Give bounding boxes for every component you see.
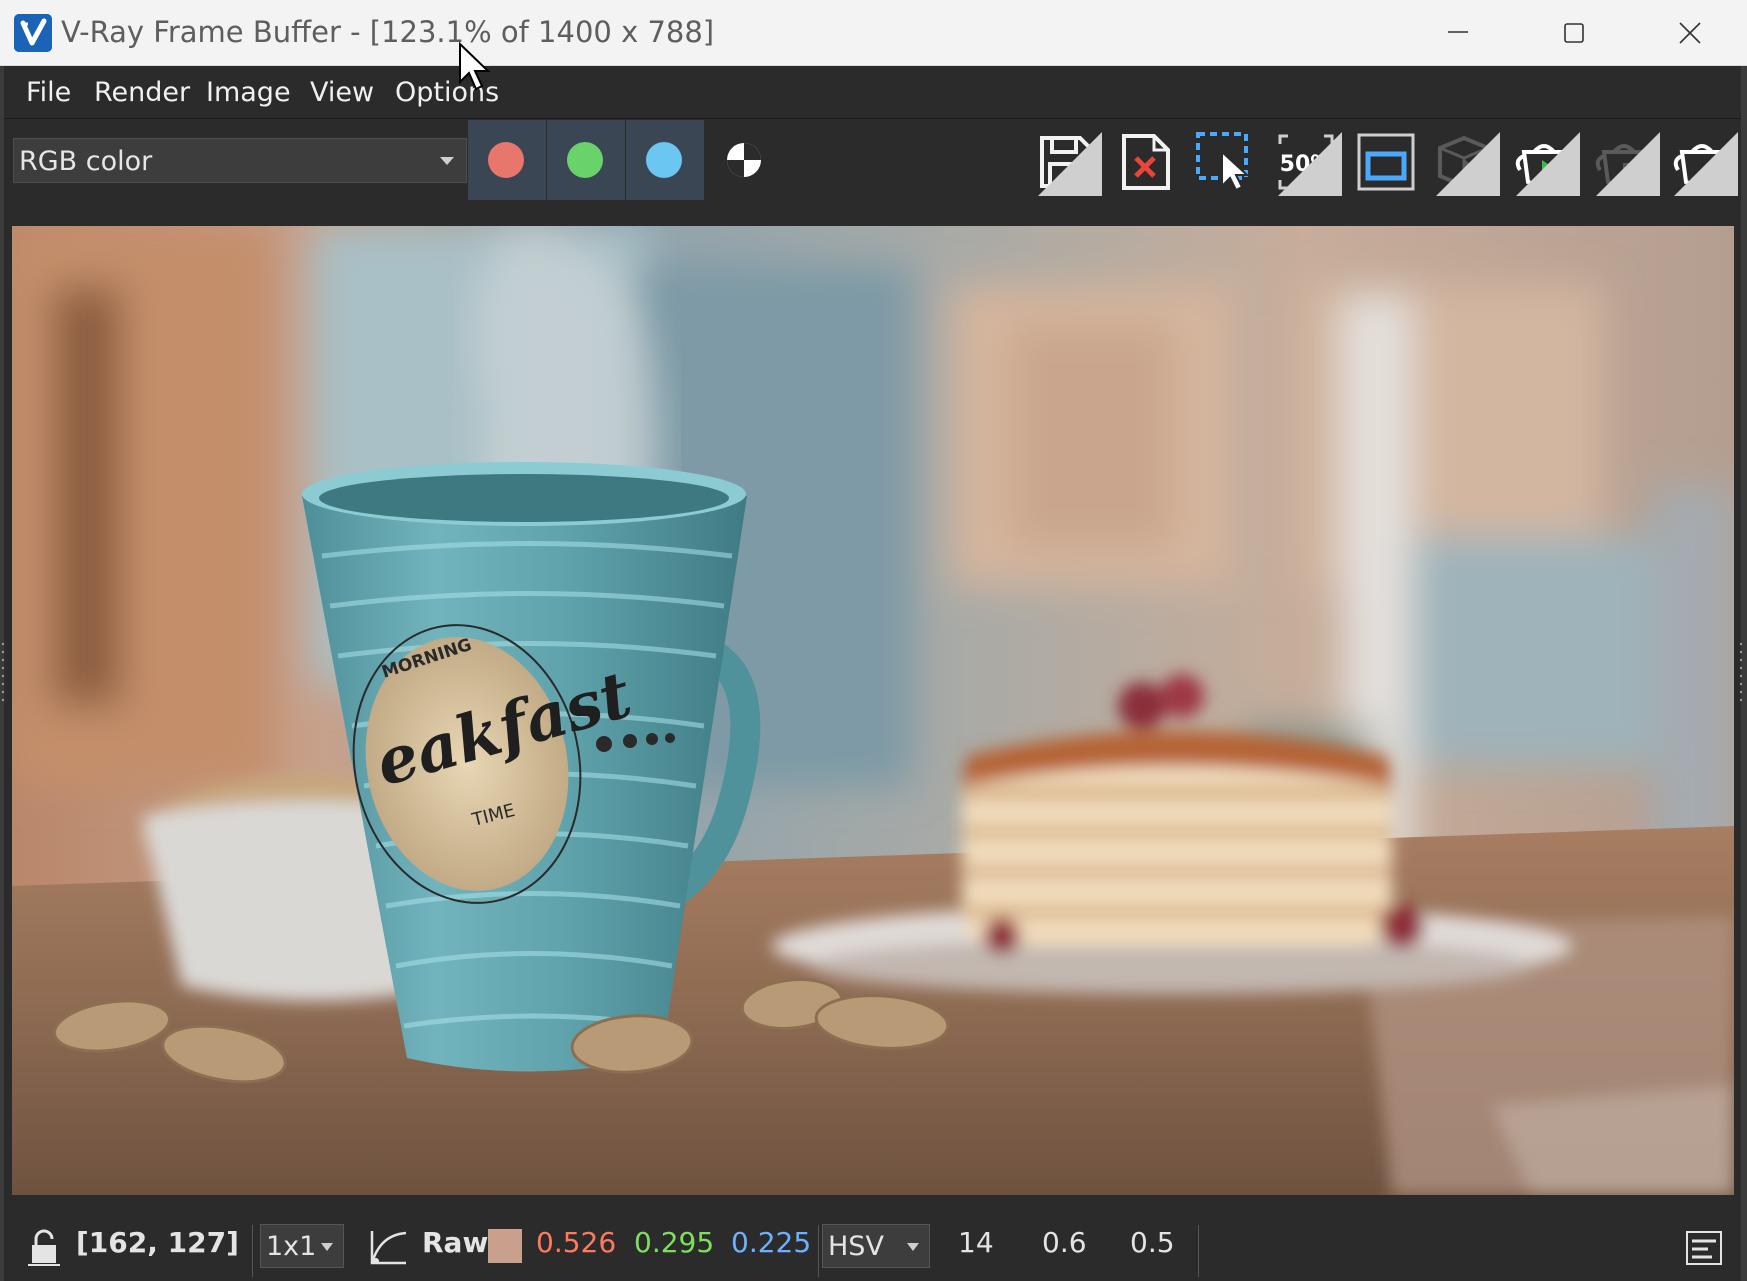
value-value: 0.5 <box>1130 1226 1175 1259</box>
close-icon <box>1679 22 1701 44</box>
render-last-button[interactable] <box>1670 130 1738 196</box>
right-panel-grip-icon[interactable] <box>1738 640 1744 704</box>
menu-render[interactable]: Render <box>94 77 190 108</box>
dropdown-corner-icon <box>1038 132 1102 196</box>
dropdown-corner-icon <box>1596 132 1660 196</box>
red-dot-icon <box>488 142 524 178</box>
minimize-icon <box>1448 31 1468 33</box>
color-swatch <box>488 1229 522 1263</box>
vray-logo-icon <box>14 14 52 52</box>
mouse-cursor-icon <box>459 42 491 91</box>
dropdown-corner-icon <box>1516 132 1580 196</box>
green-value: 0.295 <box>634 1226 715 1259</box>
interactive-render-button[interactable] <box>1432 130 1500 196</box>
red-value: 0.526 <box>536 1226 617 1259</box>
chevron-down-icon <box>440 157 454 165</box>
menu-file[interactable]: File <box>26 77 71 108</box>
dropdown-corner-icon <box>1436 132 1500 196</box>
window-title: V-Ray Frame Buffer - [123.1% of 1400 x 7… <box>61 15 715 49</box>
channel-select[interactable]: RGB color <box>13 138 467 183</box>
sample-size-value: 1x1 <box>266 1231 317 1262</box>
status-separator <box>1198 1225 1199 1277</box>
blue-value: 0.225 <box>731 1226 812 1259</box>
status-separator <box>252 1225 253 1277</box>
render-viewport[interactable]: MORNING eakfast TIME <box>12 226 1734 1195</box>
render-safe-frame-button[interactable] <box>1354 130 1418 194</box>
alpha-channel-button[interactable] <box>705 120 783 200</box>
clear-image-button[interactable] <box>1114 130 1178 194</box>
start-render-button[interactable] <box>1512 130 1580 196</box>
title-bar: V-Ray Frame Buffer - [123.1% of 1400 x 7… <box>0 0 1747 66</box>
green-channel-button[interactable] <box>547 120 625 200</box>
color-curve-icon[interactable] <box>368 1229 408 1267</box>
color-space-select[interactable]: HSV <box>822 1224 930 1268</box>
dropdown-corner-icon <box>1278 132 1342 196</box>
maximize-button[interactable] <box>1516 0 1632 66</box>
maximize-icon <box>1564 23 1584 43</box>
menu-bar: File Render Image View Options <box>4 66 1741 119</box>
blue-dot-icon <box>646 142 682 178</box>
dropdown-corner-icon <box>1674 132 1738 196</box>
stop-render-button[interactable] <box>1592 130 1660 196</box>
lock-coordinates-icon[interactable] <box>26 1229 62 1267</box>
zoom-50-button[interactable]: 50% <box>1274 130 1342 196</box>
status-separator <box>818 1225 819 1277</box>
pixel-coordinates: [162, 127] <box>76 1226 239 1259</box>
save-image-button[interactable] <box>1034 130 1102 196</box>
render-image: MORNING eakfast TIME <box>12 226 1734 1195</box>
safe-frame-icon <box>1357 133 1415 191</box>
clear-image-icon <box>1122 134 1170 190</box>
minimize-button[interactable] <box>1400 0 1516 66</box>
chevron-down-icon <box>321 1243 333 1251</box>
left-panel-grip-icon[interactable] <box>0 640 6 704</box>
toolbar: RGB color 50% <box>4 120 1741 202</box>
sample-size-select[interactable]: 1x1 <box>260 1224 344 1268</box>
region-select-icon <box>1196 132 1250 192</box>
hue-value: 14 <box>958 1226 994 1259</box>
menu-image[interactable]: Image <box>206 77 291 108</box>
status-bar: [162, 127] 1x1 Raw 0.526 0.295 0.225 HSV… <box>4 1205 1741 1281</box>
color-space-value: HSV <box>828 1231 884 1262</box>
blue-channel-button[interactable] <box>626 120 704 200</box>
red-channel-button[interactable] <box>468 120 546 200</box>
channel-select-value: RGB color <box>19 146 153 177</box>
saturation-value: 0.6 <box>1042 1226 1087 1259</box>
color-mode-label[interactable]: Raw <box>422 1226 488 1259</box>
region-render-button[interactable] <box>1194 130 1258 194</box>
chevron-down-icon <box>907 1243 919 1251</box>
close-button[interactable] <box>1632 0 1747 66</box>
alpha-channel-icon <box>727 143 761 177</box>
history-panel-icon[interactable] <box>1686 1231 1722 1265</box>
menu-view[interactable]: View <box>310 77 374 108</box>
green-dot-icon <box>567 142 603 178</box>
